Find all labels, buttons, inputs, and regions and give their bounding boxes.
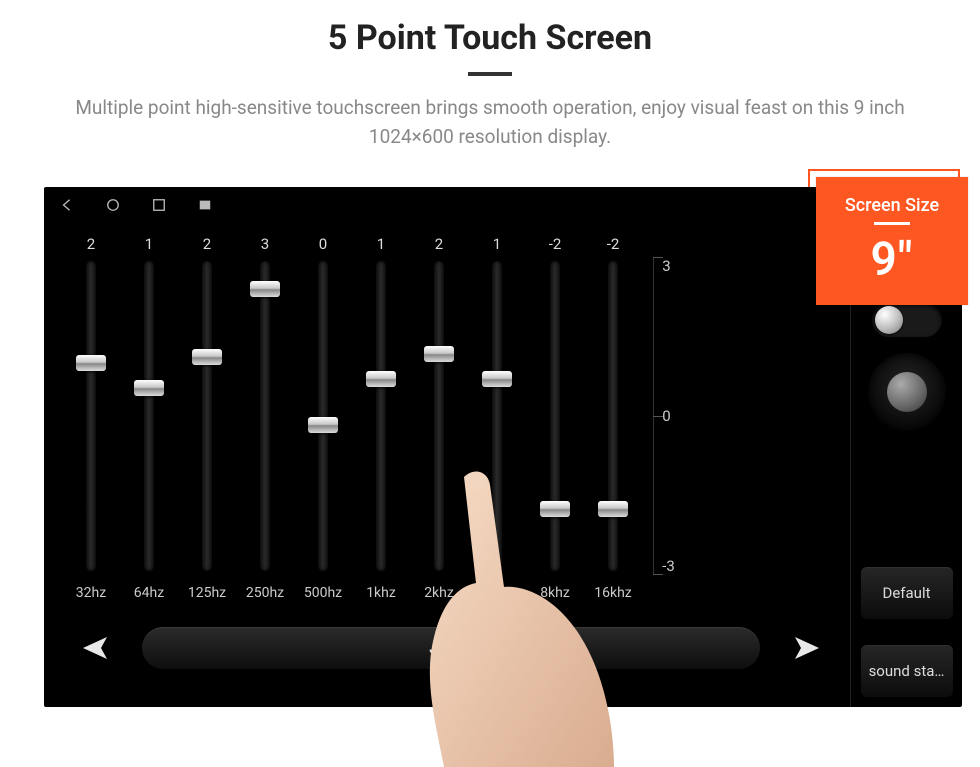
eq-freq-label: 125hz <box>188 585 226 601</box>
knob-inner <box>887 372 927 412</box>
badge-divider <box>874 222 910 225</box>
back-icon[interactable] <box>60 198 74 212</box>
eq-freq-label: 32hz <box>76 585 106 601</box>
eq-value: 2 <box>435 231 443 257</box>
eq-slider[interactable] <box>376 261 386 571</box>
eq-freq-label: 500hz <box>304 585 342 601</box>
slider-thumb-icon <box>482 371 512 387</box>
slider-thumb-icon <box>192 349 222 365</box>
slider-thumb-icon <box>308 417 338 433</box>
eq-value: 1 <box>493 231 501 257</box>
slider-thumb-icon <box>540 501 570 517</box>
eq-band-2: 2 125hz <box>178 231 236 601</box>
eq-freq-label: 8khz <box>540 585 570 601</box>
eq-slider[interactable] <box>492 261 502 571</box>
volume-knob[interactable] <box>868 353 946 431</box>
eq-band-5: 1 1khz <box>352 231 410 601</box>
preset-name[interactable]: Jazz <box>142 627 760 669</box>
badge-value: 9" <box>871 233 914 287</box>
eq-freq-label: 64hz <box>134 585 164 601</box>
eq-freq-label: 4khz <box>482 585 512 601</box>
slider-thumb-icon <box>250 281 280 297</box>
eq-slider[interactable] <box>434 261 444 571</box>
preset-prev-button[interactable] <box>72 631 116 665</box>
eq-slider[interactable] <box>608 261 618 571</box>
toggle-knob <box>875 306 903 334</box>
eq-value: -2 <box>549 231 562 257</box>
eq-band-3: 3 250hz <box>236 231 294 601</box>
eq-band-7: 1 4khz <box>468 231 526 601</box>
default-button[interactable]: Default <box>861 567 953 619</box>
eq-slider[interactable] <box>202 261 212 571</box>
eq-slider[interactable] <box>144 261 154 571</box>
eq-band-0: 2 32hz <box>62 231 120 601</box>
page-title: 5 Point Touch Screen <box>40 18 940 58</box>
gallery-icon[interactable] <box>198 198 212 212</box>
slider-thumb-icon <box>76 355 106 371</box>
effect-toggle[interactable] <box>872 303 942 337</box>
eq-slider[interactable] <box>318 261 328 571</box>
eq-slider[interactable] <box>86 261 96 571</box>
eq-value: 3 <box>261 231 269 257</box>
eq-value: -2 <box>607 231 620 257</box>
screen-size-badge: Screen Size 9" <box>816 177 968 305</box>
eq-band-8: -2 8khz <box>526 231 584 601</box>
eq-slider[interactable] <box>550 261 560 571</box>
eq-band-6: 2 2khz <box>410 231 468 601</box>
eq-value: 2 <box>87 231 95 257</box>
eq-freq-label: 1khz <box>366 585 396 601</box>
eq-band-9: -2 16khz <box>584 231 642 601</box>
eq-freq-label: 2khz <box>424 585 454 601</box>
badge-label: Screen Size <box>845 195 939 216</box>
title-divider <box>468 72 512 76</box>
home-icon[interactable] <box>106 198 120 212</box>
recent-icon[interactable] <box>152 198 166 212</box>
eq-scale: 3 0 -3 <box>642 231 686 575</box>
scale-mid: 0 <box>662 407 675 425</box>
equalizer-panel: 2 32hz 1 64hz 2 125hz 3 250hz 0 500hz 1 1khz 2 2khz 1 4… <box>44 223 850 707</box>
eq-value: 1 <box>377 231 385 257</box>
eq-slider[interactable] <box>260 261 270 571</box>
eq-value: 2 <box>203 231 211 257</box>
sound-stage-button[interactable]: sound sta… <box>861 645 953 697</box>
eq-band-1: 1 64hz <box>120 231 178 601</box>
slider-thumb-icon <box>424 346 454 362</box>
page-subtitle: Multiple point high-sensitive touchscree… <box>50 94 930 151</box>
scale-max: 3 <box>662 257 675 275</box>
eq-value: 1 <box>145 231 153 257</box>
eq-freq-label: 250hz <box>246 585 284 601</box>
scale-min: -3 <box>662 557 675 575</box>
slider-thumb-icon <box>366 371 396 387</box>
eq-value: 0 <box>319 231 327 257</box>
preset-next-button[interactable] <box>786 631 830 665</box>
eq-band-4: 0 500hz <box>294 231 352 601</box>
eq-freq-label: 16khz <box>594 585 632 601</box>
slider-thumb-icon <box>598 501 628 517</box>
slider-thumb-icon <box>134 380 164 396</box>
